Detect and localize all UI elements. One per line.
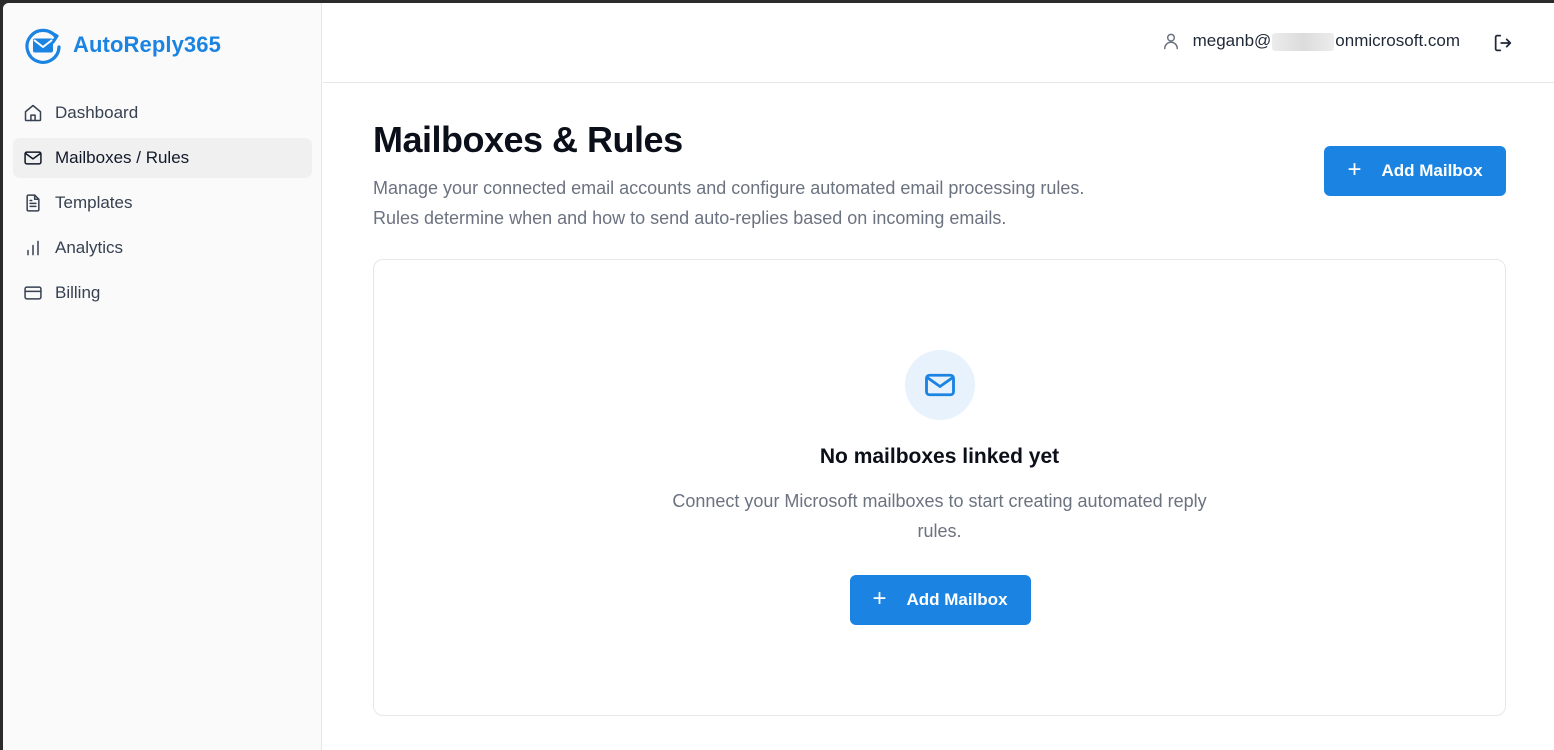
empty-state-description: Connect your Microsoft mailboxes to star… <box>672 491 1207 541</box>
sidebar-item-label: Templates <box>55 193 133 212</box>
user-email-prefix: meganb@ <box>1192 31 1272 50</box>
plus-icon: + <box>1347 155 1362 183</box>
autoreply-logo-icon <box>25 28 61 64</box>
sidebar-item-analytics[interactable]: Analytics <box>13 228 312 268</box>
app-window: AutoReply365 Dashboard Mailboxes / Rules <box>3 3 1554 750</box>
mail-icon <box>924 373 955 397</box>
sidebar: AutoReply365 Dashboard Mailboxes / Rules <box>3 3 322 750</box>
empty-state-icon-circle <box>904 350 975 420</box>
sidebar-item-mailboxes-rules[interactable]: Mailboxes / Rules <box>13 138 312 178</box>
logout-icon[interactable] <box>1492 32 1514 54</box>
empty-state-card: No mailboxes linked yet Connect your Mic… <box>373 259 1506 716</box>
sidebar-item-templates[interactable]: Templates <box>13 183 312 223</box>
redacted-block <box>1272 32 1335 51</box>
empty-state-title: No mailboxes linked yet <box>819 445 1060 468</box>
add-mailbox-label: Add Mailbox <box>1381 161 1483 180</box>
bar-chart-icon <box>27 240 39 256</box>
sidebar-item-label: Dashboard <box>55 103 139 122</box>
add-mailbox-label: Add Mailbox <box>906 590 1008 609</box>
sidebar-nav: Dashboard Mailboxes / Rules Templates An… <box>13 93 312 318</box>
document-icon <box>26 194 40 212</box>
page-title: Mailboxes & Rules <box>373 119 683 160</box>
credit-card-icon <box>24 286 42 300</box>
main-content: Mailboxes & Rules Manage your connected … <box>323 84 1554 750</box>
home-icon <box>24 104 42 122</box>
user-email-suffix: onmicrosoft.com <box>1335 31 1460 50</box>
mail-icon <box>24 151 42 165</box>
page-description: Manage your connected email accounts and… <box>373 173 1233 233</box>
top-header: meganb@ onmicrosoft.com <box>323 3 1554 83</box>
sidebar-item-dashboard[interactable]: Dashboard <box>13 93 312 133</box>
user-account[interactable]: meganb@ onmicrosoft.com <box>1161 31 1460 51</box>
brand[interactable]: AutoReply365 <box>23 25 221 65</box>
user-email: meganb@ onmicrosoft.com <box>1193 31 1460 51</box>
sidebar-item-label: Billing <box>55 283 101 302</box>
app-name: AutoReply365 <box>73 32 221 57</box>
plus-icon: + <box>872 584 887 612</box>
empty-state-add-mailbox-button[interactable]: + Add Mailbox <box>849 575 1031 625</box>
sidebar-item-label: Analytics <box>55 238 124 257</box>
add-mailbox-button[interactable]: + Add Mailbox <box>1324 146 1506 196</box>
user-icon <box>1163 33 1178 50</box>
sidebar-item-billing[interactable]: Billing <box>13 273 312 313</box>
page-description-line: Manage your connected email accounts and… <box>373 178 1085 198</box>
page-description-line: Rules determine when and how to send aut… <box>373 208 1007 228</box>
sidebar-item-label: Mailboxes / Rules <box>55 148 190 167</box>
